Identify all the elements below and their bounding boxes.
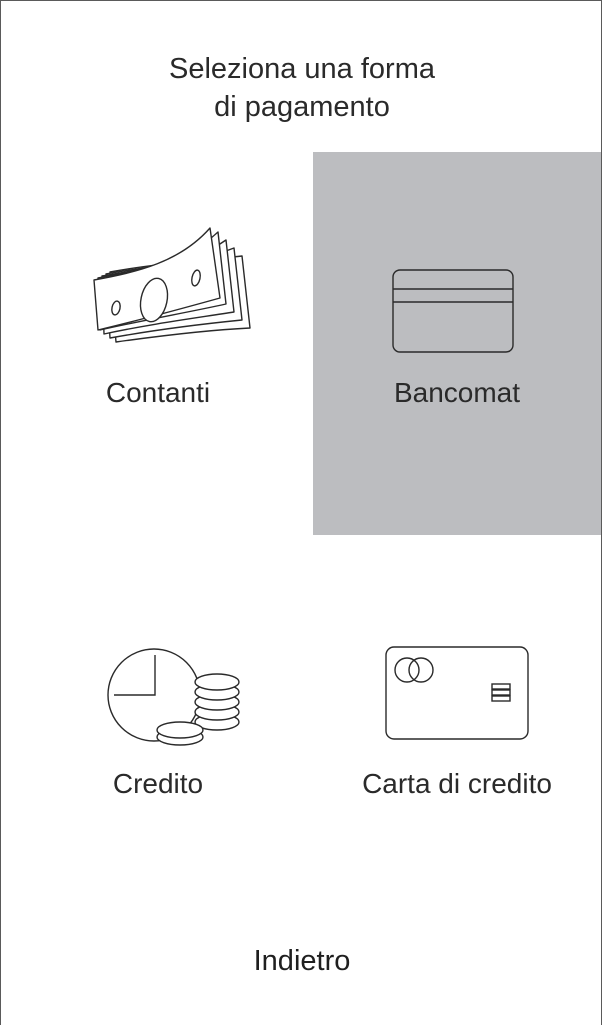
page-title: Seleziona una forma di pagamento <box>0 50 604 126</box>
carta-di-credito-label: Carta di credito <box>362 768 552 799</box>
title-line-1: Seleziona una forma <box>169 53 435 85</box>
contanti-label: Contanti <box>105 377 211 408</box>
title-line-2: di pagamento <box>214 91 390 123</box>
back-button[interactable]: Indietro <box>254 945 351 977</box>
payment-option-carta-di-credito[interactable]: Carta di credito <box>313 535 601 918</box>
back-row: Indietro <box>0 945 604 978</box>
cash-icon <box>93 227 251 343</box>
credit-card-icon <box>385 646 529 740</box>
payment-option-credito[interactable]: Credito <box>14 535 302 918</box>
payment-option-contanti[interactable]: Contanti <box>14 152 302 535</box>
credit-clock-coins-icon <box>107 648 240 746</box>
payment-option-bancomat[interactable]: Bancomat <box>313 152 601 535</box>
debit-card-icon <box>392 269 514 353</box>
bancomat-label: Bancomat <box>393 377 521 408</box>
credito-label: Credito <box>112 768 204 799</box>
